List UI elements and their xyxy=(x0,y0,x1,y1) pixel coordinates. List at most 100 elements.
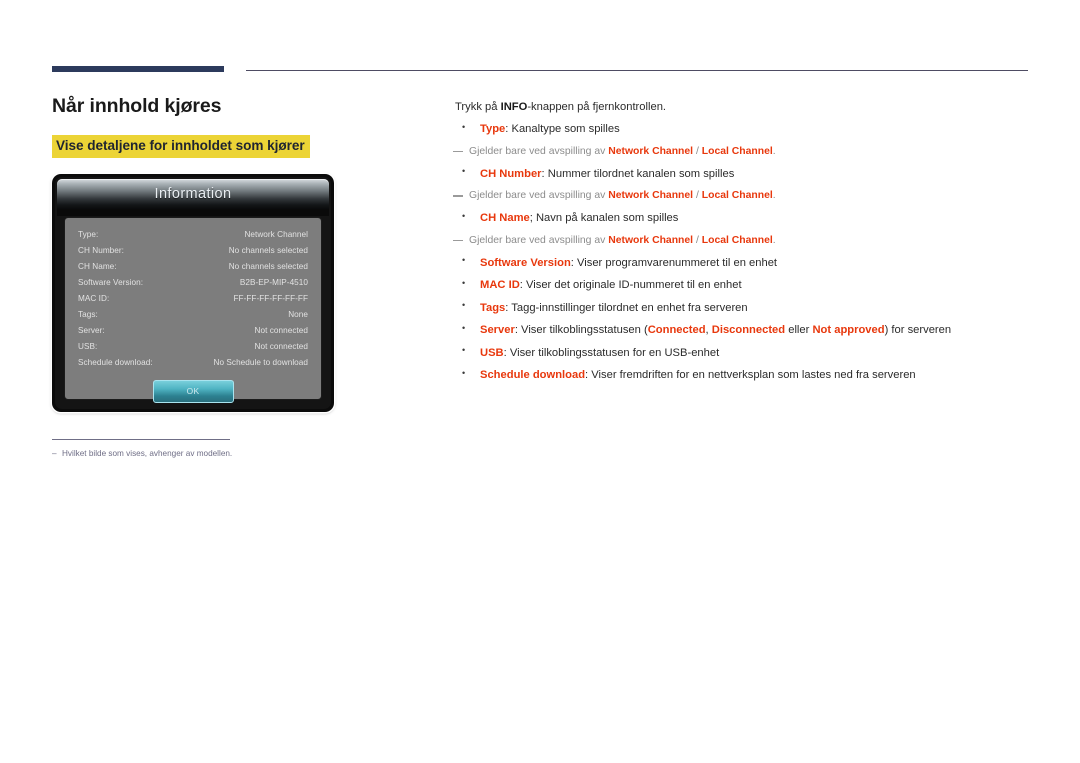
tv-info-row: MAC ID: FF-FF-FF-FF-FF-FF xyxy=(75,291,311,307)
tv-info-row-value: FF-FF-FF-FF-FF-FF xyxy=(233,293,308,303)
server-desc-part2: ) for serveren xyxy=(884,324,952,336)
tv-info-row-label: Server: xyxy=(78,325,105,335)
bullet-term: Type xyxy=(480,123,506,135)
tv-info-row: Server: Not connected xyxy=(75,323,311,339)
bullet-description: : Viser det originale ID-nummeret til en… xyxy=(519,279,742,291)
left-column: Når innhold kjøres Vise detaljene for in… xyxy=(52,95,402,460)
bullet-item: CH Name; Navn på kanalen som spilles xyxy=(453,211,1033,225)
note-prefix: Gjelder bare ved avspilling av xyxy=(469,190,609,201)
bullet-term: Tags xyxy=(480,301,506,314)
section-subtitle: Vise detaljene for innholdet som kjører xyxy=(52,135,310,159)
bullet-description: : Tagg-innstillinger tilordnet en enhet … xyxy=(505,301,748,314)
right-column: Trykk på INFO-knappen på fjernkontrollen… xyxy=(453,100,1033,391)
footnote-dash: – xyxy=(52,449,57,459)
bullet-item: MAC ID: Viser det originale ID-nummeret … xyxy=(453,278,1033,292)
bullet-item: Type: Kanaltype som spilles xyxy=(453,122,1033,136)
note-suffix: . xyxy=(772,145,776,157)
bullet-description: : Viser tilkoblingsstatusen for en USB-e… xyxy=(503,346,720,359)
status-eller: eller xyxy=(785,324,813,336)
status-connected: Connected xyxy=(647,324,706,336)
description-bullet-list: Type: Kanaltype som spilles Gjelder bare … xyxy=(453,122,1033,382)
tv-info-row-value: Not connected xyxy=(254,341,308,351)
bullet-term: CH Name xyxy=(480,212,530,224)
note-separator: / xyxy=(693,234,702,246)
note-suffix: . xyxy=(772,234,776,246)
tv-dialog-titlebar-shadow xyxy=(57,209,329,217)
note-prefix: Gjelder bare ved avspilling av xyxy=(469,145,609,157)
note-term-local-channel: Local Channel xyxy=(701,190,773,201)
header-rule-thin xyxy=(246,70,1028,71)
intro-paragraph: Trykk på INFO-knappen på fjernkontrollen… xyxy=(455,100,1033,114)
tv-info-row-label: MAC ID: xyxy=(78,293,110,303)
tv-dialog-inner: Information Type: Network Channel CH Numbe… xyxy=(55,177,331,410)
bullet-sub-note: Gjelder bare ved avspilling av Network C… xyxy=(453,189,1033,202)
tv-dialog-title: Information xyxy=(154,186,232,203)
bullet-item: Tags: Tagg-innstillinger tilordnet en en… xyxy=(453,300,1033,315)
status-disconnected: Disconnected xyxy=(711,324,786,336)
bullet-description: : Viser programvarenummeret til en enhet xyxy=(570,256,778,269)
tv-info-row-value: Not connected xyxy=(254,325,308,335)
bullet-description: : Nummer tilordnet kanalen som spilles xyxy=(541,167,735,180)
tv-info-row-label: Type: xyxy=(78,229,99,239)
status-not-approved: Not approved xyxy=(812,324,885,336)
tv-dialog-titlebar: Information xyxy=(57,179,329,210)
bullet-item: Schedule download: Viser fremdriften for… xyxy=(453,368,1033,382)
tv-dialog-rows: Type: Network Channel CH Number: No channel… xyxy=(75,227,311,371)
bullet-description: : Kanaltype som spilles xyxy=(505,123,620,135)
bullet-item-server: Server: Viser tilkoblingsstatusen (Conne… xyxy=(453,323,1033,337)
tv-info-row-value: No channels selected xyxy=(228,245,308,255)
tv-info-row-value: None xyxy=(288,309,308,319)
tv-info-row-label: Schedule download: xyxy=(78,357,153,367)
tv-info-row-label: CH Name: xyxy=(78,261,117,271)
bullet-term: USB xyxy=(480,346,504,359)
intro-keyword-info: INFO xyxy=(500,101,528,113)
tv-info-row: Schedule download: No Schedule to downloa… xyxy=(75,355,311,371)
note-separator: / xyxy=(693,190,702,201)
footnote-rule xyxy=(52,439,230,441)
header-rules xyxy=(0,66,1080,76)
tv-dialog-button-row: OK xyxy=(75,379,311,403)
bullet-sub-note: Gjelder bare ved avspilling av Network C… xyxy=(453,234,1033,247)
bullet-term: CH Number xyxy=(480,167,542,180)
tv-info-row-label: Tags: xyxy=(78,309,98,319)
intro-text-before: Trykk på xyxy=(455,101,501,113)
footnote-label: Hvilket bilde som vises, avhenger av mod… xyxy=(62,449,233,459)
section-subtitle-wrap: Vise detaljene for innholdet som kjører xyxy=(52,135,402,159)
note-term-local-channel: Local Channel xyxy=(701,145,773,157)
bullet-term: MAC ID xyxy=(480,279,520,291)
tv-info-row-value: No Schedule to download xyxy=(213,357,308,367)
page-title: Når innhold kjøres xyxy=(52,95,222,117)
footnote-block: – Hvilket bilde som vises, avhenger av mo… xyxy=(52,439,234,460)
bullet-item: USB: Viser tilkoblingsstatusen for en US… xyxy=(453,345,1033,360)
footnote-text: – Hvilket bilde som vises, avhenger av mo… xyxy=(52,449,234,460)
tv-info-row-label: Software Version: xyxy=(78,277,144,287)
tv-info-row: Type: Network Channel xyxy=(75,227,311,243)
note-term-network-channel: Network Channel xyxy=(608,145,694,157)
note-prefix: Gjelder bare ved avspilling av xyxy=(469,234,609,246)
tv-info-row-label: CH Number: xyxy=(78,245,124,255)
tv-information-dialog: Information Type: Network Channel CH Numbe… xyxy=(52,174,334,413)
note-suffix: . xyxy=(772,190,776,201)
tv-info-row-value: B2B-EP-MIP-4510 xyxy=(239,277,308,287)
tv-info-row-value: No channels selected xyxy=(228,261,308,271)
note-term-local-channel: Local Channel xyxy=(701,234,773,246)
note-term-network-channel: Network Channel xyxy=(608,190,694,201)
bullet-sub-note: Gjelder bare ved avspilling av Network C… xyxy=(453,145,1033,158)
tv-info-row-label: USB: xyxy=(78,341,98,351)
header-rule-thick xyxy=(52,66,224,72)
tv-dialog-body: Type: Network Channel CH Number: No channel… xyxy=(64,217,322,403)
bullet-item: CH Number: Nummer tilordnet kanalen som … xyxy=(453,166,1033,181)
tv-info-row: Software Version: B2B-EP-MIP-4510 xyxy=(75,275,311,291)
bullet-term: Schedule download xyxy=(480,369,586,381)
tv-info-row-value: Network Channel xyxy=(244,229,308,239)
tv-info-row: Tags: None xyxy=(75,307,311,323)
note-separator: / xyxy=(693,145,702,157)
tv-info-row: CH Name: No channels selected xyxy=(75,259,311,275)
tv-info-row: USB: Not connected xyxy=(75,339,311,355)
bullet-description: : Viser fremdriften for en nettverksplan… xyxy=(585,369,916,381)
bullet-description: ; Navn på kanalen som spilles xyxy=(529,212,679,224)
server-desc-part1: : Viser tilkoblingsstatusen ( xyxy=(514,324,648,336)
tv-ok-button[interactable]: OK xyxy=(152,379,234,403)
tv-info-row: CH Number: No channels selected xyxy=(75,243,311,259)
bullet-term: Software Version xyxy=(480,256,571,269)
